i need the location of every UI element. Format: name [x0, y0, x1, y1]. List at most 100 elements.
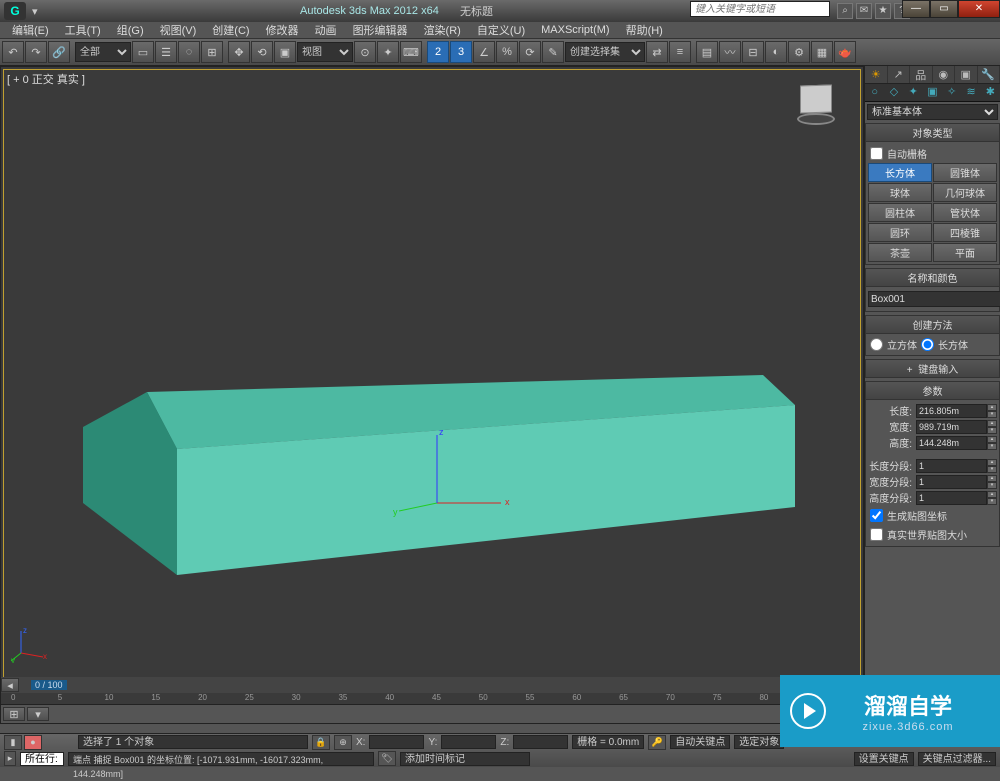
- set-key-button[interactable]: 设置关键点: [854, 752, 914, 766]
- scale-icon[interactable]: ▣: [274, 41, 296, 63]
- sel-obj-drop[interactable]: 选定对象: [734, 735, 784, 749]
- redo-icon[interactable]: ↷: [25, 41, 47, 63]
- undo-icon[interactable]: ↶: [2, 41, 24, 63]
- help-search[interactable]: [690, 1, 830, 17]
- menu-graph[interactable]: 图形编辑器: [345, 22, 416, 38]
- width-input[interactable]: [916, 420, 987, 434]
- auto-key-button[interactable]: 自动关键点: [670, 735, 730, 749]
- comm-icon[interactable]: ✉: [856, 3, 872, 19]
- move-icon[interactable]: ✥: [228, 41, 250, 63]
- gen-map-check[interactable]: [870, 509, 883, 522]
- tab-display[interactable]: ▣: [955, 66, 978, 83]
- align-icon[interactable]: ≡: [669, 41, 691, 63]
- rotate-icon[interactable]: ⟲: [251, 41, 273, 63]
- selection-filter[interactable]: 全部: [75, 42, 131, 62]
- search-icon[interactable]: ⌕: [837, 3, 853, 19]
- length-input[interactable]: [916, 404, 987, 418]
- kbd-icon[interactable]: ⌨: [400, 41, 422, 63]
- snap3d-icon[interactable]: 3: [450, 41, 472, 63]
- y-input[interactable]: [441, 735, 496, 749]
- mirror-icon[interactable]: ⇄: [646, 41, 668, 63]
- tab-motion[interactable]: ◉: [933, 66, 956, 83]
- box-object[interactable]: x y z: [1, 67, 861, 687]
- pivot-icon[interactable]: ⊙: [354, 41, 376, 63]
- ref-coord[interactable]: 视图: [297, 42, 353, 62]
- prim-tube[interactable]: 管状体: [933, 203, 997, 222]
- frame-indicator[interactable]: 0 / 100: [31, 680, 67, 690]
- prim-cylinder[interactable]: 圆柱体: [868, 203, 932, 222]
- method-cube-radio[interactable]: [870, 338, 883, 351]
- material-icon[interactable]: ◐: [765, 41, 787, 63]
- render-frame-icon[interactable]: ▦: [811, 41, 833, 63]
- curve-ed-icon[interactable]: 〰: [719, 41, 741, 63]
- named-selection[interactable]: 创建选择集: [565, 42, 645, 62]
- object-name-input[interactable]: [868, 291, 1000, 307]
- star-icon[interactable]: ★: [875, 3, 891, 19]
- method-box-radio[interactable]: [921, 338, 934, 351]
- auto-grid-check[interactable]: [870, 147, 883, 160]
- spin-down-icon[interactable]: ▾: [987, 411, 997, 418]
- menu-create[interactable]: 创建(C): [204, 22, 257, 38]
- menu-custom[interactable]: 自定义(U): [469, 22, 533, 38]
- coord-mode-icon[interactable]: ⊕: [334, 735, 352, 750]
- viewport[interactable]: [ + 0 正交 真实 ] x y z z x y: [0, 66, 864, 724]
- tab-modify[interactable]: ↗: [888, 66, 911, 83]
- add-time-tag[interactable]: 添加时间标记: [400, 752, 530, 766]
- track-filter-icon[interactable]: ▾: [27, 707, 49, 721]
- menu-anim[interactable]: 动画: [307, 22, 345, 38]
- prim-pyramid[interactable]: 四棱锥: [933, 223, 997, 242]
- tab-create[interactable]: ☀: [865, 66, 888, 83]
- menu-modifier[interactable]: 修改器: [258, 22, 307, 38]
- spin-up-icon[interactable]: ▴: [987, 404, 997, 411]
- prim-geosphere[interactable]: 几何球体: [933, 183, 997, 202]
- menu-maxscript[interactable]: MAXScript(M): [533, 24, 617, 36]
- track-config-icon[interactable]: ⊞: [3, 707, 25, 721]
- spinner-snap-icon[interactable]: ⟳: [519, 41, 541, 63]
- primitive-category[interactable]: 标准基本体: [867, 104, 998, 120]
- rollout-object-type[interactable]: 对象类型: [865, 123, 1000, 142]
- prim-teapot[interactable]: 茶壶: [868, 243, 932, 262]
- hsegs-input[interactable]: [916, 491, 987, 505]
- menu-group[interactable]: 组(G): [109, 22, 152, 38]
- rollout-name-color[interactable]: 名称和颜色: [865, 268, 1000, 287]
- prim-cone[interactable]: 圆锥体: [933, 163, 997, 182]
- timeline-prev-icon[interactable]: ◂: [1, 678, 19, 692]
- rollout-create-method[interactable]: 创建方法: [865, 315, 1000, 334]
- prim-plane[interactable]: 平面: [933, 243, 997, 262]
- window-minimize[interactable]: —: [902, 0, 930, 18]
- render-icon[interactable]: 🫖: [834, 41, 856, 63]
- prim-sphere[interactable]: 球体: [868, 183, 932, 202]
- link-icon[interactable]: 🔗: [48, 41, 70, 63]
- wsegs-input[interactable]: [916, 475, 987, 489]
- rollout-keyboard[interactable]: + 键盘输入: [865, 359, 1000, 378]
- sub-cameras-icon[interactable]: ▣: [923, 84, 942, 101]
- tab-hierarchy[interactable]: 品: [910, 66, 933, 83]
- prim-torus[interactable]: 圆环: [868, 223, 932, 242]
- macro-rec-icon[interactable]: ●: [24, 735, 42, 750]
- schematic-icon[interactable]: ⊟: [742, 41, 764, 63]
- menu-render[interactable]: 渲染(R): [416, 22, 469, 38]
- height-input[interactable]: [916, 436, 987, 450]
- edit-named-icon[interactable]: ✎: [542, 41, 564, 63]
- sub-helpers-icon[interactable]: ✧: [942, 84, 961, 101]
- menu-view[interactable]: 视图(V): [152, 22, 205, 38]
- percent-snap-icon[interactable]: %: [496, 41, 518, 63]
- time-tag-icon[interactable]: 🏷: [378, 751, 396, 766]
- z-input[interactable]: [513, 735, 568, 749]
- select-icon[interactable]: ▭: [132, 41, 154, 63]
- track-expand-icon[interactable]: ▸: [4, 751, 16, 766]
- real-world-check[interactable]: [870, 528, 883, 541]
- menu-help[interactable]: 帮助(H): [618, 22, 671, 38]
- menu-edit[interactable]: 编辑(E): [4, 22, 57, 38]
- time-ruler[interactable]: 051015202530354045505560657075808590: [1, 693, 863, 705]
- sub-lights-icon[interactable]: ✦: [904, 84, 923, 101]
- render-setup-icon[interactable]: ⚙: [788, 41, 810, 63]
- rollout-params[interactable]: 参数: [865, 381, 1000, 400]
- tab-utilities[interactable]: 🔧: [978, 66, 1000, 83]
- prim-box[interactable]: 长方体: [868, 163, 932, 182]
- layers-icon[interactable]: ▤: [696, 41, 718, 63]
- select-region-icon[interactable]: ◌: [178, 41, 200, 63]
- lock-icon[interactable]: 🔒: [312, 735, 330, 750]
- sub-systems-icon[interactable]: ✱: [981, 84, 1000, 101]
- key-icon[interactable]: 🔑: [648, 735, 666, 750]
